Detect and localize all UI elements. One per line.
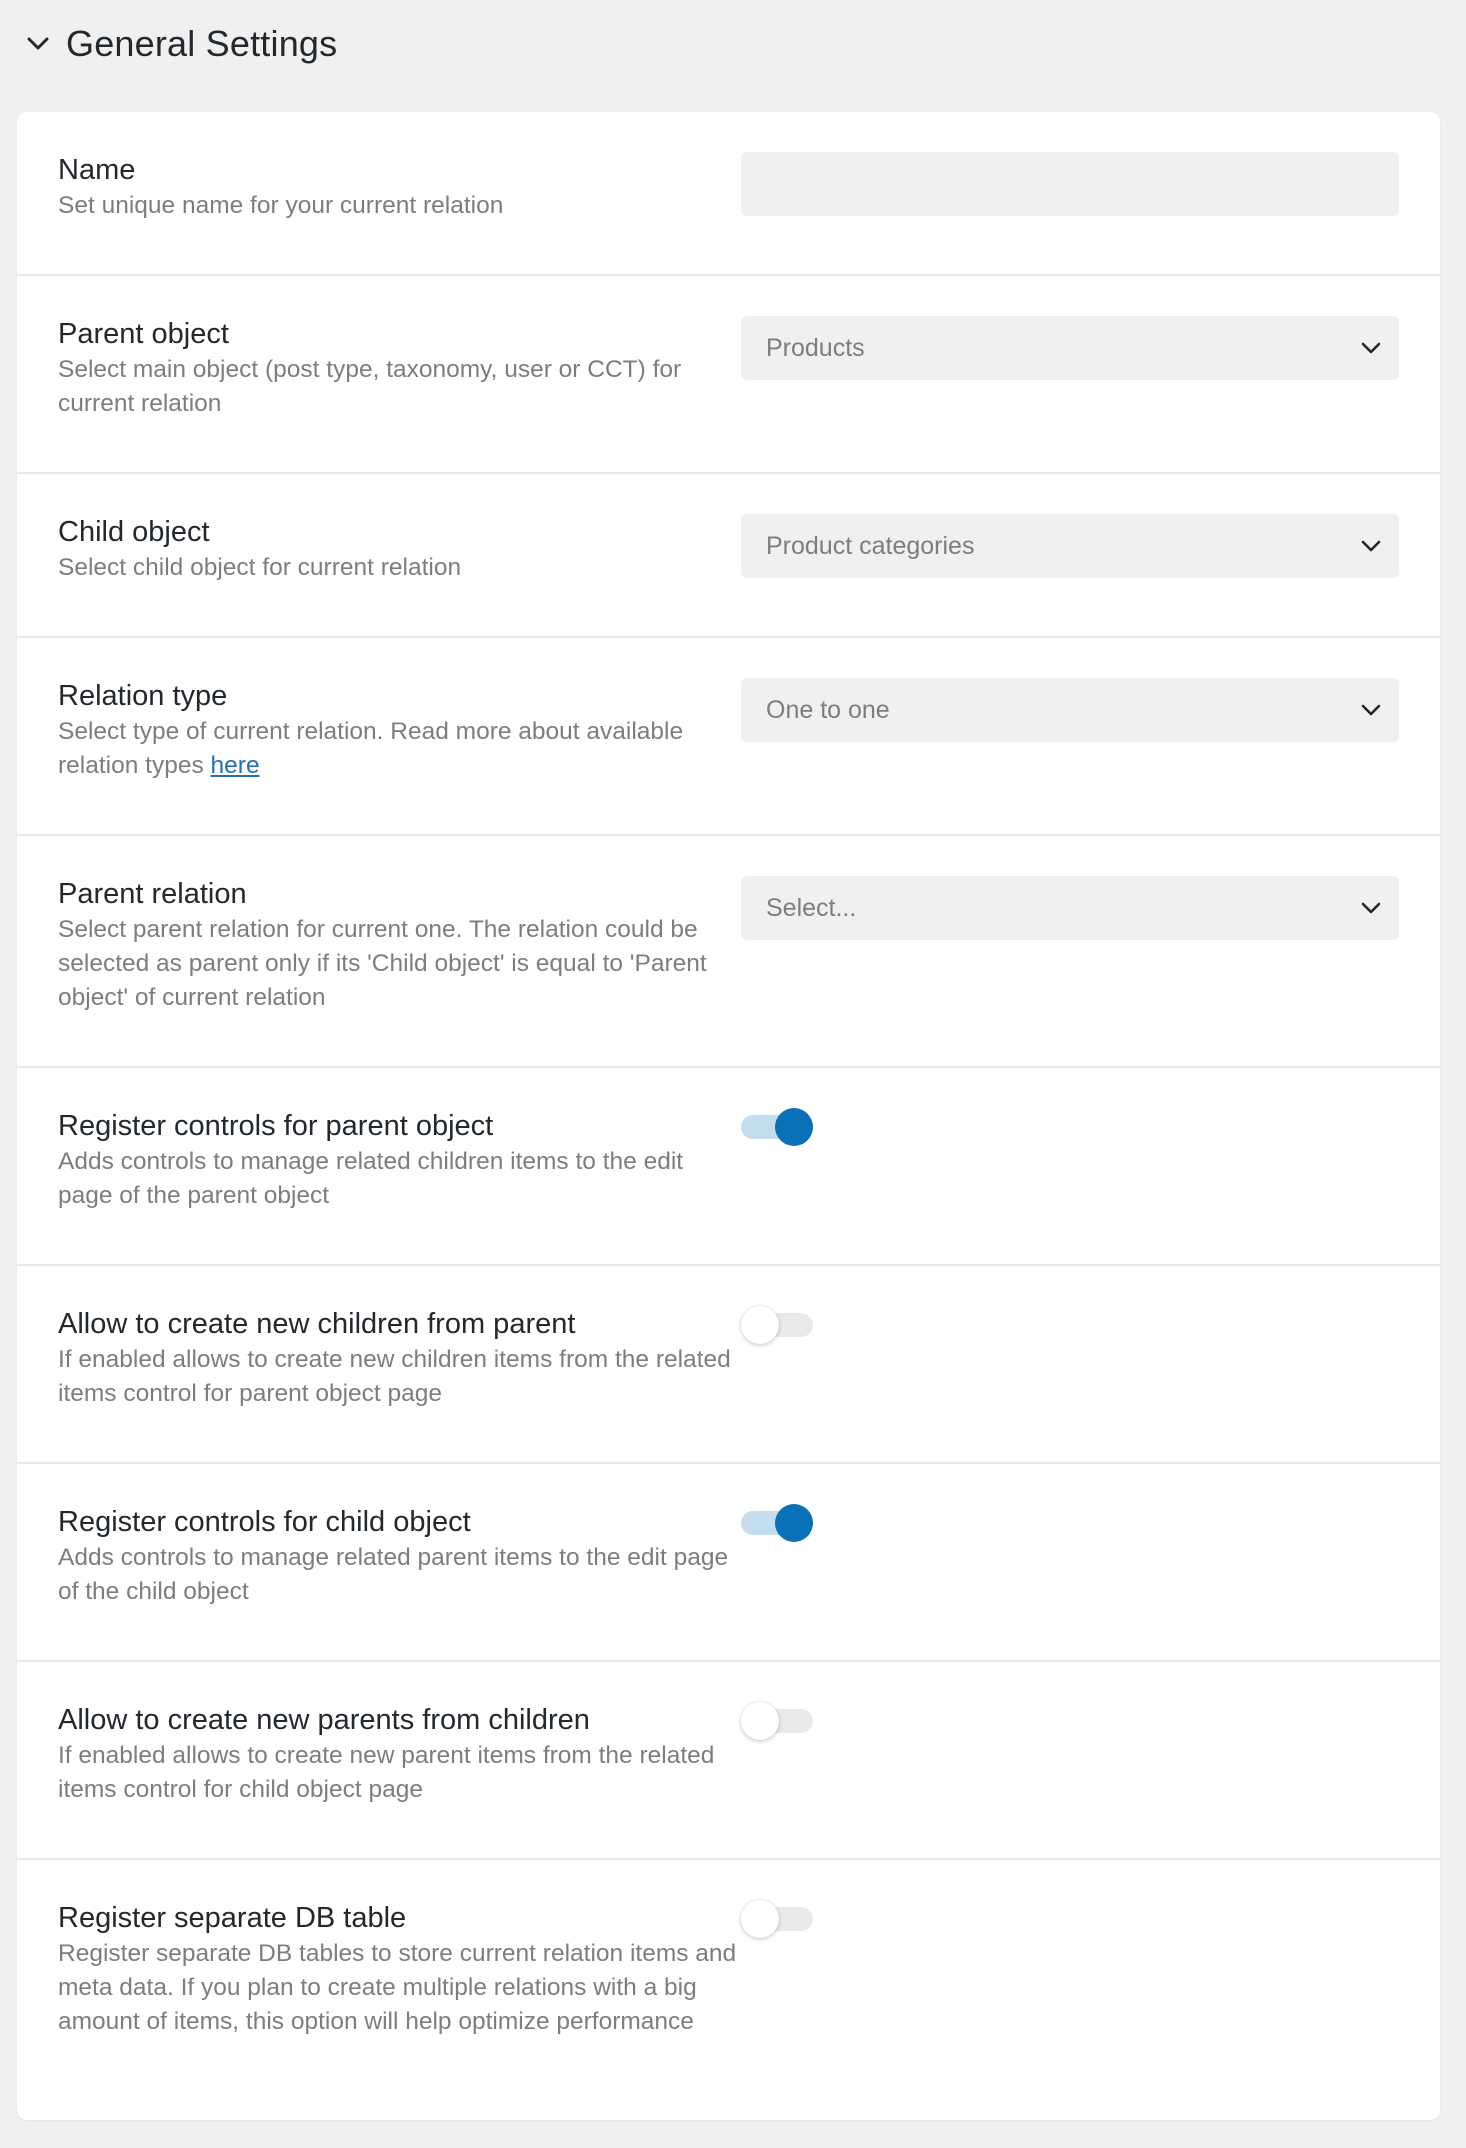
parent-object-select[interactable]: Products	[741, 316, 1399, 380]
field-label-group: Register separate DB table Register sepa…	[58, 1900, 738, 2039]
field-description-register-child-controls: Adds controls to manage related parent i…	[58, 1544, 729, 1605]
field-label-group: Relation type Select type of current rel…	[58, 678, 738, 783]
field-label-group: Register controls for parent object Adds…	[58, 1108, 738, 1213]
field-description-parent-object: Select main object (post type, taxonomy,…	[58, 356, 682, 417]
section-title: General Settings	[66, 23, 338, 64]
field-title-name: Name	[58, 154, 136, 186]
toggle-knob	[741, 1900, 779, 1938]
name-input[interactable]	[741, 152, 1399, 216]
toggle-knob	[775, 1108, 813, 1146]
chevron-down-icon	[1357, 894, 1385, 922]
field-row-register-parent-controls: Register controls for parent object Adds…	[17, 1068, 1440, 1266]
field-description-register-db-table: Register separate DB tables to store cur…	[58, 1940, 737, 2035]
field-title-parent-object: Parent object	[58, 318, 229, 350]
field-row-create-parents-from-children: Allow to create new parents from childre…	[17, 1662, 1440, 1860]
register-parent-controls-toggle[interactable]	[741, 1107, 813, 1147]
create-parents-from-children-toggle[interactable]	[741, 1701, 813, 1741]
chevron-down-icon	[1357, 696, 1385, 724]
field-description-register-parent-controls: Adds controls to manage related children…	[58, 1148, 684, 1209]
field-row-child-object: Child object Select child object for cur…	[17, 474, 1440, 638]
field-description-parent-relation: Select parent relation for current one. …	[58, 916, 707, 1011]
field-row-relation-type: Relation type Select type of current rel…	[17, 638, 1440, 836]
field-label-group: Allow to create new parents from childre…	[58, 1702, 738, 1807]
field-description-create-parents-from-children: If enabled allows to create new parent i…	[58, 1742, 715, 1803]
relation-types-help-link[interactable]: here	[211, 752, 260, 779]
field-row-register-db-table: Register separate DB table Register sepa…	[17, 1860, 1440, 2120]
create-children-from-parent-toggle[interactable]	[741, 1305, 813, 1345]
parent-object-selected-value: Products	[766, 334, 865, 362]
parent-relation-select[interactable]: Select...	[741, 876, 1399, 940]
toggle-knob	[741, 1306, 779, 1344]
field-title-parent-relation: Parent relation	[58, 878, 247, 910]
relation-type-selected-value: One to one	[766, 696, 890, 724]
register-db-table-toggle[interactable]	[741, 1899, 813, 1939]
field-description-relation-type: Select type of current relation. Read mo…	[58, 715, 738, 783]
chevron-down-icon[interactable]	[24, 30, 52, 58]
relation-type-description-text: Select type of current relation. Read mo…	[58, 718, 684, 779]
field-label-group: Parent relation Select parent relation f…	[58, 876, 738, 1015]
field-description-name: Set unique name for your current relatio…	[58, 192, 504, 219]
field-title-register-db-table: Register separate DB table	[58, 1902, 407, 1934]
toggle-knob	[775, 1504, 813, 1542]
field-description-create-children-from-parent: If enabled allows to create new children…	[58, 1346, 731, 1407]
child-object-select[interactable]: Product categories	[741, 514, 1399, 578]
settings-card: Name Set unique name for your current re…	[17, 112, 1440, 2120]
field-label-group: Name Set unique name for your current re…	[58, 152, 738, 223]
field-title-create-children-from-parent: Allow to create new children from parent	[58, 1308, 576, 1340]
field-description-child-object: Select child object for current relation	[58, 554, 462, 581]
field-row-name: Name Set unique name for your current re…	[17, 112, 1440, 276]
chevron-down-icon	[1357, 532, 1385, 560]
toggle-knob	[741, 1702, 779, 1740]
field-row-parent-relation: Parent relation Select parent relation f…	[17, 836, 1440, 1068]
field-label-group: Child object Select child object for cur…	[58, 514, 738, 585]
section-header-general-settings[interactable]: General Settings	[24, 18, 337, 70]
field-row-create-children-from-parent: Allow to create new children from parent…	[17, 1266, 1440, 1464]
register-child-controls-toggle[interactable]	[741, 1503, 813, 1543]
field-label-group: Parent object Select main object (post t…	[58, 316, 738, 421]
field-label-group: Allow to create new children from parent…	[58, 1306, 738, 1411]
field-title-create-parents-from-children: Allow to create new parents from childre…	[58, 1704, 590, 1736]
field-title-relation-type: Relation type	[58, 680, 228, 712]
parent-relation-selected-value: Select...	[766, 894, 857, 922]
field-title-register-parent-controls: Register controls for parent object	[58, 1110, 494, 1142]
field-row-parent-object: Parent object Select main object (post t…	[17, 276, 1440, 474]
relation-type-select[interactable]: One to one	[741, 678, 1399, 742]
chevron-down-icon	[1357, 334, 1385, 362]
child-object-selected-value: Product categories	[766, 532, 975, 560]
field-label-group: Register controls for child object Adds …	[58, 1504, 738, 1609]
field-row-register-child-controls: Register controls for child object Adds …	[17, 1464, 1440, 1662]
field-title-register-child-controls: Register controls for child object	[58, 1506, 471, 1538]
field-title-child-object: Child object	[58, 516, 210, 548]
